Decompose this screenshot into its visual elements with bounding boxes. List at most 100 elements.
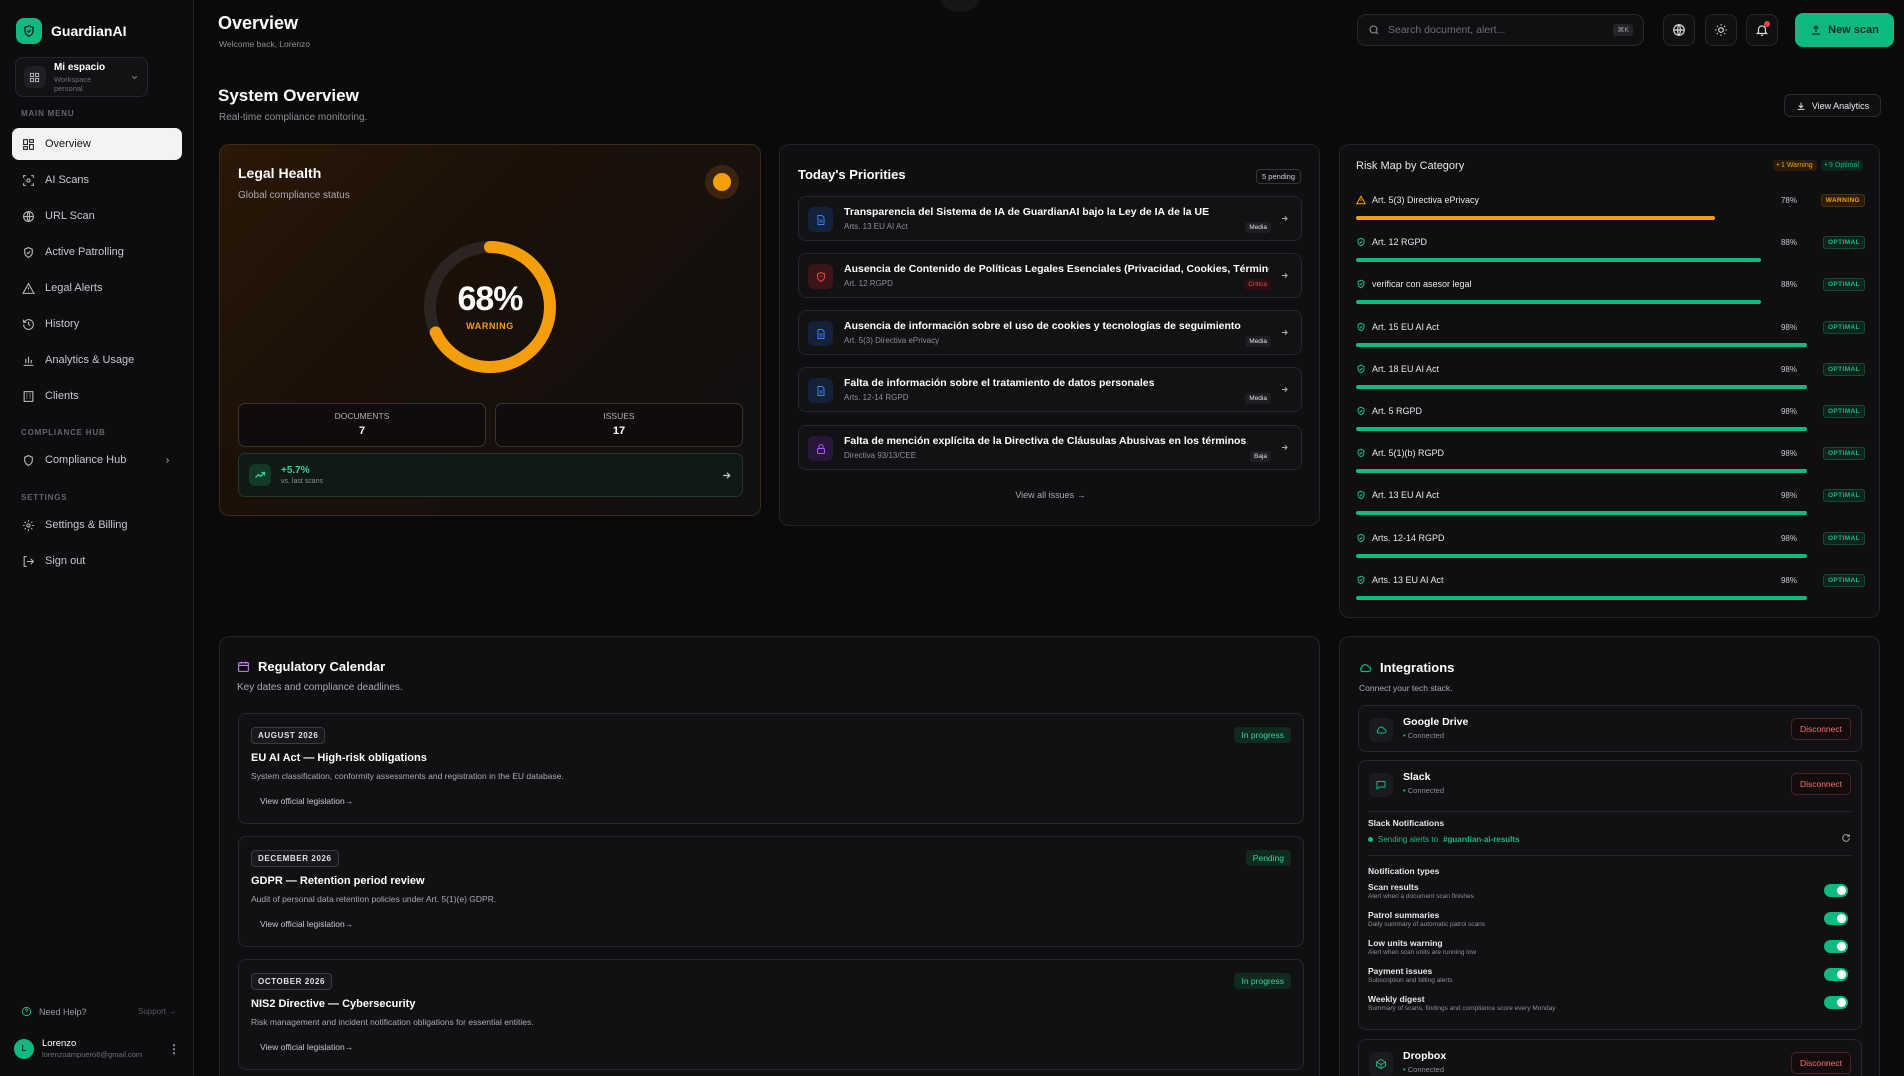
notification-toggle[interactable] bbox=[1824, 912, 1848, 925]
notification-type-desc: Subscription and billing alerts bbox=[1368, 977, 1453, 984]
sidebar-item-overview[interactable]: Overview bbox=[12, 128, 182, 160]
risk-row: Art. 5 RGPD 98% OPTIMAL bbox=[1356, 405, 1865, 446]
sidebar-item-clients[interactable]: Clients bbox=[12, 380, 182, 412]
brand[interactable]: GuardianAI bbox=[16, 18, 126, 44]
more-vertical-icon[interactable]: ⋮ bbox=[168, 1042, 180, 1056]
sidebar-item-legal-alerts[interactable]: Legal Alerts bbox=[12, 272, 182, 304]
card-title: Risk Map by Category bbox=[1356, 160, 1465, 172]
trending-up-icon bbox=[249, 464, 271, 486]
risk-category-name: Art. 5 RGPD bbox=[1372, 406, 1423, 416]
disconnect-button[interactable]: Disconnect bbox=[1790, 773, 1851, 795]
shield-check-icon bbox=[1356, 490, 1366, 500]
theme-toggle-button[interactable] bbox=[1705, 14, 1737, 46]
risk-status-badge: WARNING bbox=[1820, 194, 1865, 207]
brand-name: GuardianAI bbox=[51, 23, 127, 39]
sidebar-item-active-patrolling[interactable]: Active Patrolling bbox=[12, 236, 182, 268]
disconnect-button[interactable]: Disconnect bbox=[1790, 718, 1851, 740]
compliance-hub-label: COMPLIANCE HUB bbox=[21, 428, 106, 437]
risk-category-name: verificar con asesor legal bbox=[1372, 279, 1472, 290]
documents-stat: DOCUMENTS 7 bbox=[238, 403, 486, 447]
notification-type-row: Payment issues Subscription and billing a… bbox=[1368, 966, 1848, 984]
legislation-link[interactable]: View official legislation→ bbox=[260, 1042, 353, 1052]
legislation-link[interactable]: View official legislation→ bbox=[260, 919, 353, 929]
view-all-issues-link[interactable]: View all issues → bbox=[780, 490, 1321, 500]
priority-item[interactable]: Transparencia del Sistema de IA de Guard… bbox=[798, 196, 1302, 241]
view-analytics-button[interactable]: View Analytics bbox=[1784, 94, 1881, 117]
risk-percentage: 98% bbox=[1780, 407, 1797, 416]
severity-badge: Baja bbox=[1249, 451, 1271, 462]
search-bar[interactable]: ⌘K bbox=[1357, 14, 1644, 46]
risk-progress-bar bbox=[1356, 216, 1715, 220]
risk-category-name: Art. 18 EU AI Act bbox=[1372, 363, 1440, 374]
sidebar-item-ai-scans[interactable]: AI Scans bbox=[12, 164, 182, 196]
integration-name: Dropbox bbox=[1403, 1050, 1447, 1062]
workspace-subtitle: Workspace personal bbox=[53, 74, 92, 93]
priority-item[interactable]: Ausencia de información sobre el uso de … bbox=[798, 310, 1302, 355]
calendar-item-title: GDPR — Retention period review bbox=[251, 875, 425, 887]
view-analytics-label: View Analytics bbox=[1811, 100, 1870, 111]
shield-check-icon bbox=[1356, 279, 1366, 289]
sidebar-item-history[interactable]: History bbox=[12, 308, 182, 340]
calendar-item: OCTOBER 2026 In progress NIS2 Directive … bbox=[238, 959, 1304, 1070]
user-profile[interactable]: L Lorenzo lorenzoampuero6@gmail.com ⋮ bbox=[14, 1038, 180, 1059]
need-help-link[interactable]: Need Help? bbox=[21, 1006, 87, 1017]
risk-category-name: Art. 5(3) Directiva ePrivacy bbox=[1372, 195, 1480, 205]
sidebar-item-analytics[interactable]: Analytics & Usage bbox=[12, 344, 182, 376]
support-link[interactable]: Support → bbox=[138, 1007, 176, 1016]
card-title: Regulatory Calendar bbox=[237, 659, 385, 674]
risk-percentage: 98% bbox=[1780, 449, 1797, 459]
new-scan-label: New scan bbox=[1828, 24, 1879, 36]
priority-title: Falta de mención explícita de la Directi… bbox=[844, 435, 1247, 447]
notifications-button[interactable] bbox=[1746, 14, 1778, 46]
search-input[interactable] bbox=[1388, 24, 1606, 36]
priority-item[interactable]: Falta de mención explícita de la Directi… bbox=[798, 425, 1302, 470]
risk-category-name: Art. 13 EU AI Act bbox=[1372, 490, 1440, 501]
app-root: GuardianAI Mi espacio Workspace personal… bbox=[0, 0, 1904, 1076]
notification-type-row: Scan results Alert when a document scan f… bbox=[1368, 882, 1848, 900]
sidebar-item-label: Clients bbox=[45, 390, 79, 402]
risk-status-badge: OPTIMAL bbox=[1822, 278, 1865, 292]
integrations-card: Integrations Connect your tech stack. Go… bbox=[1339, 636, 1880, 1076]
notification-toggle[interactable] bbox=[1824, 940, 1848, 953]
shortcut-badge: ⌘K bbox=[1613, 24, 1633, 36]
trend-subtitle: vs. last scans bbox=[281, 478, 324, 485]
divider bbox=[1368, 855, 1852, 856]
sidebar-item-label: Legal Alerts bbox=[45, 282, 103, 294]
priority-item[interactable]: Ausencia de Contenido de Políticas Legal… bbox=[798, 253, 1302, 298]
refresh-icon[interactable] bbox=[1841, 833, 1851, 843]
disconnect-button[interactable]: Disconnect bbox=[1790, 1052, 1851, 1074]
notification-toggle[interactable] bbox=[1824, 968, 1848, 981]
risk-percentage: 98% bbox=[1780, 575, 1797, 585]
card-title-text: Integrations bbox=[1380, 660, 1455, 675]
card-title-text: Regulatory Calendar bbox=[258, 659, 386, 674]
chevron-right-icon bbox=[166, 457, 170, 463]
notification-types-title: Notification types bbox=[1368, 866, 1440, 876]
risk-progress-bar bbox=[1356, 384, 1807, 389]
priority-item[interactable]: Falta de información sobre el tratamient… bbox=[798, 367, 1302, 412]
sidebar-item-settings-billing[interactable]: Settings & Billing bbox=[12, 509, 182, 541]
risk-row: Art. 15 EU AI Act 98% OPTIMAL bbox=[1356, 320, 1865, 362]
trend-row[interactable]: +5.7% vs. last scans bbox=[238, 453, 743, 497]
risk-map-card: Risk Map by Category • 1 Warning • 9 Opt… bbox=[1339, 144, 1880, 618]
pending-badge: 5 pending bbox=[1256, 169, 1301, 184]
channel-name: #guardian-ai-results bbox=[1443, 835, 1520, 844]
priority-ref: Art. 12 RGPD bbox=[844, 279, 893, 288]
notification-toggle[interactable] bbox=[1824, 996, 1848, 1009]
risk-percentage: 88% bbox=[1780, 238, 1797, 248]
new-scan-button[interactable]: New scan bbox=[1795, 13, 1894, 47]
sidebar-item-label: AI Scans bbox=[45, 174, 90, 186]
sidebar-item-sign-out[interactable]: Sign out bbox=[12, 545, 182, 577]
notification-toggle[interactable] bbox=[1824, 884, 1848, 897]
workspace-switcher[interactable]: Mi espacio Workspace personal bbox=[15, 57, 148, 97]
page-title: Overview bbox=[218, 13, 299, 33]
risk-percentage: 98% bbox=[1780, 533, 1797, 543]
sidebar-item-url-scan[interactable]: URL Scan bbox=[12, 200, 182, 232]
notification-type-desc: Alert when scan units are running low bbox=[1368, 949, 1477, 956]
legislation-link[interactable]: View official legislation→ bbox=[260, 796, 353, 806]
sending-label: Sending alerts to bbox=[1378, 835, 1439, 844]
sidebar-item-compliance-hub[interactable]: Compliance Hub bbox=[12, 444, 182, 476]
risk-status-badge: OPTIMAL bbox=[1822, 489, 1865, 503]
sidebar-item-label: History bbox=[45, 318, 80, 330]
language-button[interactable] bbox=[1663, 14, 1695, 46]
stat-label: ISSUES bbox=[603, 411, 635, 421]
